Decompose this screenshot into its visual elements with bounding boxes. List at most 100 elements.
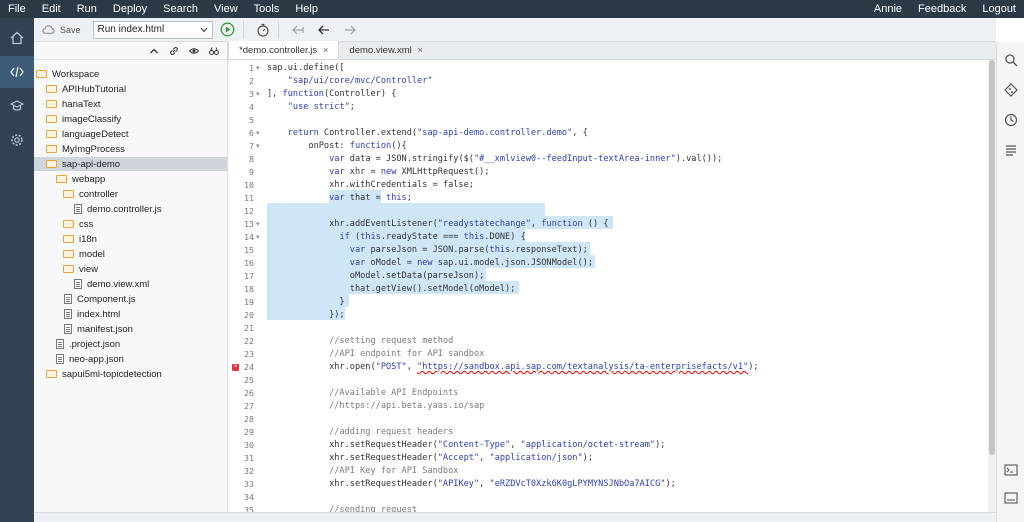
menu-deploy[interactable]: Deploy (105, 0, 155, 18)
code-line[interactable]: //API Key for API Sandbox (267, 465, 458, 478)
home-button[interactable] (0, 22, 34, 54)
code-line[interactable]: //Available API Endpoints (267, 387, 458, 400)
code-line[interactable]: "sap/ui/core/mvc/Controller" (267, 75, 433, 88)
menu-run[interactable]: Run (69, 0, 105, 18)
tree-node-model[interactable]: model (63, 247, 223, 261)
code-line[interactable]: var data = JSON.stringify($("#__xmlview0… (267, 153, 722, 166)
save-button[interactable]: Save (42, 23, 81, 36)
tree-node-i18n[interactable]: i18n (63, 232, 223, 246)
error-marker-icon[interactable]: × (232, 364, 239, 371)
clock-icon (1004, 113, 1018, 127)
fold-toggle-icon[interactable]: ▾ (256, 127, 262, 140)
search-button[interactable] (997, 46, 1024, 74)
editor-vertical-scrollbar[interactable] (988, 60, 996, 512)
code-line[interactable]: }); (267, 309, 345, 322)
development-button[interactable] (0, 56, 34, 88)
timer-button[interactable] (254, 21, 272, 39)
tree-node-neo-app-json[interactable]: neo-app.json (56, 352, 224, 366)
code-line[interactable]: var that = this; (267, 192, 412, 205)
outline-button[interactable] (997, 136, 1024, 164)
tree-node-css[interactable]: css (63, 217, 223, 231)
tree-node-languagedetect[interactable]: languageDetect (46, 127, 224, 141)
code-line[interactable]: xhr.withCredentials = false; (267, 179, 474, 192)
history-button[interactable] (997, 106, 1024, 134)
code-line[interactable]: //setting request method (267, 335, 453, 348)
close-icon[interactable]: × (323, 45, 328, 55)
run-button[interactable] (219, 21, 237, 39)
code-line[interactable]: var oModel = new sap.ui.model.json.JSONM… (267, 257, 593, 270)
tree-node-myimgprocess[interactable]: MyImgProcess (46, 142, 224, 156)
code-line[interactable]: xhr.setRequestHeader("Accept", "applicat… (267, 452, 593, 465)
code-line[interactable]: xhr.open("POST", "https://sandbox.api.sa… (267, 361, 758, 374)
back-to-last-edit-button[interactable] (289, 21, 307, 39)
code-area[interactable]: sap.ui.define([ "sap/ui/core/mvc/Control… (267, 60, 985, 512)
tree-node-imageclassify[interactable]: imageClassify (46, 112, 224, 126)
scrollbar-thumb[interactable] (989, 60, 995, 455)
code-line[interactable]: //API endpoint for API sandbox (267, 348, 484, 361)
tree-node-demo-controller-js[interactable]: demo.controller.js (74, 202, 224, 216)
settings-button[interactable] (0, 124, 34, 156)
code-line[interactable]: //adding request headers (267, 426, 453, 439)
link-icon[interactable] (169, 46, 179, 56)
menu-file[interactable]: File (0, 0, 34, 18)
tree-node-demo-view-xml[interactable]: demo.view.xml (74, 277, 224, 291)
tree-node-project-json[interactable]: .project.json (56, 337, 224, 351)
menu-search[interactable]: Search (155, 0, 206, 18)
code-line[interactable]: xhr.setRequestHeader("APIKey", "eRZDVcT0… (267, 478, 676, 491)
menu-tools[interactable]: Tools (246, 0, 288, 18)
code-line[interactable]: xhr.addEventListener("readystatechange",… (267, 218, 608, 231)
learning-button[interactable] (0, 90, 34, 122)
tree-node-hanatext[interactable]: hanaText (46, 97, 224, 111)
fold-toggle-icon[interactable]: ▾ (256, 62, 262, 75)
menu-edit[interactable]: Edit (34, 0, 69, 18)
tree-node-view[interactable]: view (63, 262, 223, 276)
code-line[interactable]: oModel.setData(parseJson); (267, 270, 485, 283)
code-line[interactable]: onPost: function(){ (267, 140, 406, 153)
line-number: 29 (244, 427, 254, 437)
fold-toggle-icon[interactable]: ▾ (256, 140, 262, 153)
code-editor[interactable]: 1 ▾ 2 3 ▾ 4 5 6 ▾ 7 ▾ 8 9 10 11 12 13 ▾ 14 ▾ 15 16 17 18 19 20 21 2… (228, 60, 996, 512)
code-line[interactable]: } (267, 296, 344, 309)
code-line[interactable]: //https://api.beta.yaas.io/sap (267, 400, 484, 413)
eye-icon[interactable] (189, 46, 199, 56)
tab-demo-view-xml[interactable]: demo.view.xml × (339, 41, 433, 59)
run-configuration-select[interactable]: Run index.html (92, 20, 213, 39)
tree-node-label: Workspace (52, 68, 100, 80)
tree-node-sap-api-demo[interactable]: sap-api-demo (34, 157, 227, 171)
fold-toggle-icon[interactable]: ▾ (256, 88, 262, 101)
code-line[interactable]: var xhr = new XMLHttpRequest(); (267, 166, 489, 179)
tree-node-index-html[interactable]: index.html (64, 307, 224, 321)
tree-node-webapp[interactable]: webapp (56, 172, 224, 186)
code-line[interactable]: "use strict"; (267, 101, 355, 114)
back-button[interactable] (315, 21, 333, 39)
forward-button[interactable] (341, 21, 359, 39)
console-button[interactable] (997, 456, 1024, 484)
code-line[interactable]: ], function(Controller) { (267, 88, 396, 101)
fold-toggle-icon[interactable]: ▾ (256, 231, 262, 244)
logout-link[interactable]: Logout (974, 0, 1024, 18)
code-line[interactable]: //sending request (267, 504, 417, 512)
fold-toggle-icon[interactable]: ▾ (256, 218, 262, 231)
tree-node-controller[interactable]: controller (63, 187, 223, 201)
code-line[interactable]: that.getView().setModel(oModel); (267, 283, 516, 296)
tree-node-manifest-json[interactable]: manifest.json (64, 322, 224, 336)
problems-button[interactable] (997, 484, 1024, 512)
user-menu[interactable]: Annie (866, 0, 910, 18)
binoculars-icon[interactable] (209, 46, 219, 56)
tree-node-component-js[interactable]: Component.js (64, 292, 224, 306)
feedback-link[interactable]: Feedback (910, 0, 974, 18)
menu-view[interactable]: View (206, 0, 246, 18)
code-line[interactable]: sap.ui.define([ (267, 62, 345, 75)
tree-node-sapui5ml-topicdetection[interactable]: sapui5ml-topicdetection (46, 367, 224, 381)
tree-node-apihubtutorial[interactable]: APIHubTutorial (46, 82, 224, 96)
collapse-all-icon[interactable] (149, 46, 159, 56)
close-icon[interactable]: × (418, 45, 423, 55)
tab-demo-controller-js[interactable]: *demo.controller.js × (228, 41, 340, 59)
tree-node-workspace[interactable]: Workspace (36, 67, 224, 81)
code-line[interactable]: var parseJson = JSON.parse(this.response… (267, 244, 588, 257)
code-line[interactable]: xhr.setRequestHeader("Content-Type", "ap… (267, 439, 665, 452)
code-line[interactable]: if (this.readyState === this.DONE) { (267, 231, 525, 244)
menu-help[interactable]: Help (287, 0, 326, 18)
code-line[interactable]: return Controller.extend("sap-api-demo.c… (267, 127, 588, 140)
git-pane-button[interactable] (997, 76, 1024, 104)
